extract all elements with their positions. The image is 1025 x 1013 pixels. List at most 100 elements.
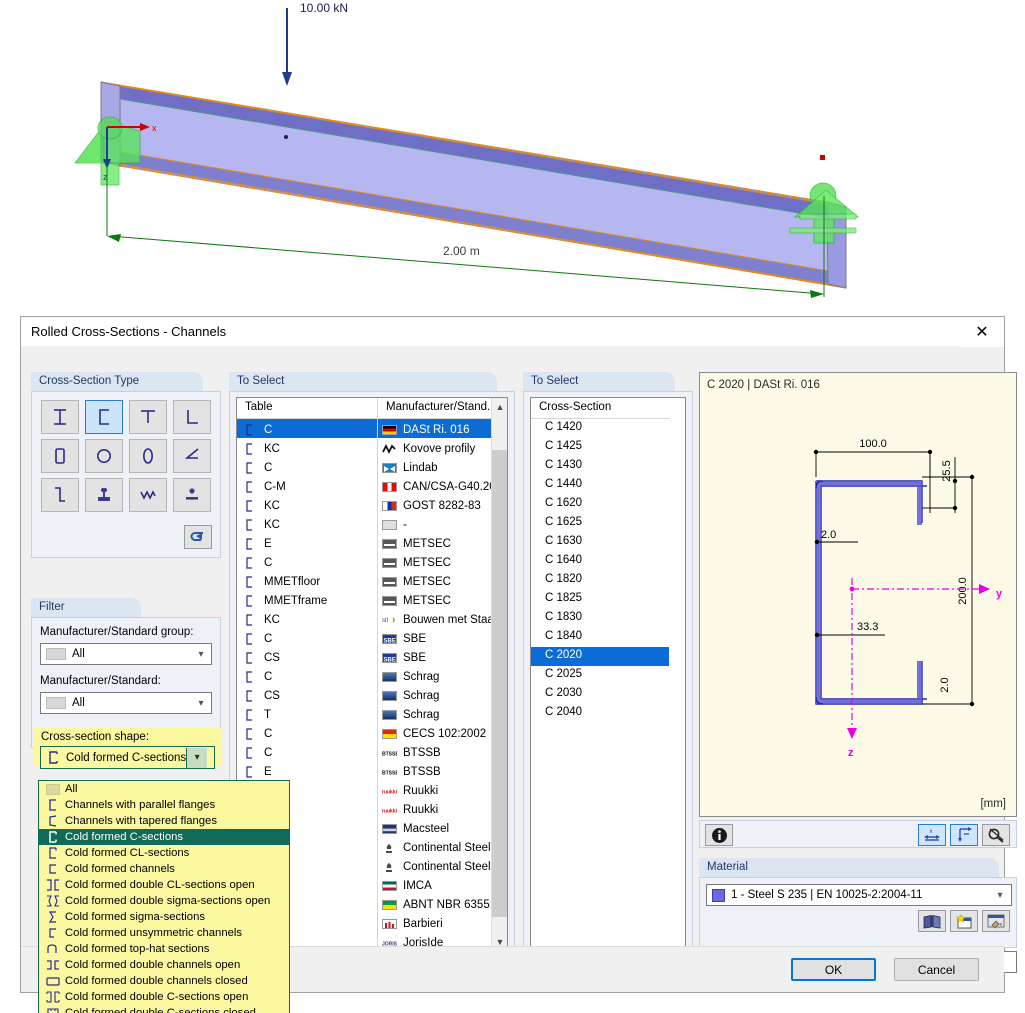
cross-section-list-item[interactable]: C 1630 — [531, 533, 685, 552]
shape-option-item[interactable]: Channels with parallel flanges — [39, 797, 289, 813]
axes-button[interactable] — [950, 824, 978, 846]
manufacturer-flag-icon — [382, 538, 403, 549]
oval-hollow-icon[interactable] — [129, 439, 167, 473]
shape-option-item[interactable]: Cold formed sigma-sections — [39, 909, 289, 925]
undo-arrow-icon[interactable] — [184, 525, 212, 549]
rail-section-icon[interactable] — [85, 478, 123, 512]
scrollbar-thumb[interactable] — [492, 450, 507, 917]
cancel-button[interactable]: Cancel — [894, 958, 979, 981]
table-row[interactable]: E BTSSB BTSSB — [237, 761, 507, 780]
table-row[interactable]: C CECS 102:2002 — [237, 723, 507, 742]
material-library-button[interactable] — [918, 910, 946, 932]
shape-option-item[interactable]: Cold formed double CL-sections open — [39, 877, 289, 893]
acute-angle-icon[interactable] — [173, 439, 211, 473]
table-row[interactable]: KC Kovove profily — [237, 438, 507, 457]
ok-button[interactable]: OK — [791, 958, 876, 981]
chevron-down-icon[interactable]: ▾ — [186, 747, 208, 768]
shape-option-item[interactable]: All — [39, 781, 289, 797]
table-row[interactable]: CS SBE SBE — [237, 647, 507, 666]
table-scrollbar[interactable]: ▲ ▼ — [491, 398, 507, 950]
table-row[interactable]: E METSEC — [237, 533, 507, 552]
new-material-button[interactable] — [950, 910, 978, 932]
shape-option-item[interactable]: Cold formed double sigma-sections open — [39, 893, 289, 909]
table-row[interactable]: C Lindab — [237, 457, 507, 476]
model-3d-view[interactable]: x z 2.00 m 10.00 kN — [0, 0, 1025, 313]
i-section-icon[interactable] — [41, 400, 79, 434]
table-row[interactable]: MMETfloor METSEC — [237, 571, 507, 590]
close-icon[interactable]: ✕ — [960, 317, 1004, 347]
table-cell-manufacturer: ABNT NBR 6355:201 — [377, 894, 507, 913]
cross-section-listbox[interactable]: Cross-Section C 1420 C 1425 C 1430 C 1440 C … — [530, 397, 686, 951]
shape-option-item[interactable]: Channels with tapered flanges — [39, 813, 289, 829]
table-row[interactable]: KC - — [237, 514, 507, 533]
cross-section-list-item[interactable]: C 1420 — [531, 419, 685, 438]
table-row[interactable]: KC stl Bouwen met Staal — [237, 609, 507, 628]
cross-section-list-item[interactable]: C 1440 — [531, 476, 685, 495]
shape-option-item[interactable]: Cold formed double C-sections closed — [39, 1005, 289, 1013]
shape-option-item[interactable]: Cold formed top-hat sections — [39, 941, 289, 957]
table-row[interactable]: C Schrag — [237, 666, 507, 685]
manufacturer-label: DASt Ri. 016 — [403, 423, 470, 436]
angle-section-icon[interactable] — [173, 400, 211, 434]
cf-c-section-icon — [48, 751, 59, 764]
manufacturer-label: SBE — [403, 651, 427, 664]
cross-section-shape-dropdown-list[interactable]: All Channels with parallel flanges Channel… — [38, 780, 290, 1013]
cross-section-list-item[interactable]: C 1425 — [531, 438, 685, 457]
table-row[interactable]: KC GOST 8282-83 — [237, 495, 507, 514]
cross-section-list-item[interactable]: C 2025 — [531, 666, 685, 685]
dimension-x-button[interactable]: x — [918, 824, 946, 846]
corrugated-section-icon[interactable] — [129, 478, 167, 512]
scroll-up-icon[interactable]: ▲ — [492, 398, 507, 415]
table-row[interactable]: MMETframe METSEC — [237, 590, 507, 609]
info-button[interactable] — [705, 824, 733, 846]
channel-glyph-icon — [245, 632, 259, 645]
shape-option-item[interactable]: Cold formed unsymmetric channels — [39, 925, 289, 941]
chevron-down-icon[interactable]: ▾ — [191, 693, 211, 713]
cross-section-list-item[interactable]: C 2040 — [531, 704, 685, 723]
cross-section-list-item[interactable]: C 1820 — [531, 571, 685, 590]
channel-section-icon[interactable] — [85, 400, 123, 434]
cross-section-list-item[interactable]: C 1620 — [531, 495, 685, 514]
hide-dimensions-button[interactable] — [982, 824, 1010, 846]
circular-hollow-icon[interactable] — [85, 439, 123, 473]
cross-section-list-item[interactable]: C 1430 — [531, 457, 685, 476]
table-row[interactable]: C SBE SBE — [237, 628, 507, 647]
cross-section-list-item[interactable]: C 1825 — [531, 590, 685, 609]
table-row[interactable]: C BTSSB BTSSB — [237, 742, 507, 761]
column-header-table[interactable]: Table — [237, 398, 377, 419]
table-row[interactable]: C METSEC — [237, 552, 507, 571]
cross-section-list-item[interactable]: C 2030 — [531, 685, 685, 704]
rectangular-hollow-icon[interactable] — [41, 439, 79, 473]
shape-option-item[interactable]: Cold formed C-sections — [39, 829, 289, 845]
cross-section-shape-combo[interactable]: Cold formed C-sections ▾ — [40, 746, 215, 769]
edit-material-button[interactable] — [982, 910, 1010, 932]
manufacturer-group-combo[interactable]: All ▾ — [40, 643, 212, 665]
column-header-cross-section[interactable]: Cross-Section — [531, 398, 681, 419]
bar-section-icon[interactable] — [173, 478, 211, 512]
table-row[interactable]: CS Schrag — [237, 685, 507, 704]
shape-option-item[interactable]: Cold formed double C-sections open — [39, 989, 289, 1005]
manufacturer-combo[interactable]: All ▾ — [40, 692, 212, 714]
chevron-down-icon[interactable]: ▾ — [989, 890, 1011, 901]
cross-section-list-item[interactable]: C 2020 — [531, 647, 685, 666]
z-section-icon[interactable] — [41, 478, 79, 512]
table-cell-table: MMETfloor — [237, 571, 377, 590]
shape-option-item[interactable]: Cold formed CL-sections — [39, 845, 289, 861]
cross-section-scrollbar[interactable]: ▲ — [669, 398, 685, 950]
shape-option-item[interactable]: Cold formed channels — [39, 861, 289, 877]
svg-text:ruukki: ruukki — [382, 789, 397, 795]
channel-glyph-icon — [245, 670, 259, 683]
table-row[interactable]: C-M CAN/CSA-G40.20/G — [237, 476, 507, 495]
t-section-icon[interactable] — [129, 400, 167, 434]
cross-section-list-item[interactable]: C 1840 — [531, 628, 685, 647]
chevron-down-icon[interactable]: ▾ — [191, 644, 211, 664]
table-row[interactable]: T Schrag — [237, 704, 507, 723]
table-row[interactable]: C DASt Ri. 016 — [237, 419, 507, 438]
material-combo[interactable]: 1 - Steel S 235 | EN 10025-2:2004-11 ▾ — [706, 884, 1012, 906]
column-header-manufacturer[interactable]: Manufacturer/Stand... — [377, 398, 507, 419]
shape-option-item[interactable]: Cold formed double channels closed — [39, 973, 289, 989]
cross-section-list-item[interactable]: C 1640 — [531, 552, 685, 571]
cross-section-list-item[interactable]: C 1625 — [531, 514, 685, 533]
cross-section-list-item[interactable]: C 1830 — [531, 609, 685, 628]
shape-option-item[interactable]: Cold formed double channels open — [39, 957, 289, 973]
